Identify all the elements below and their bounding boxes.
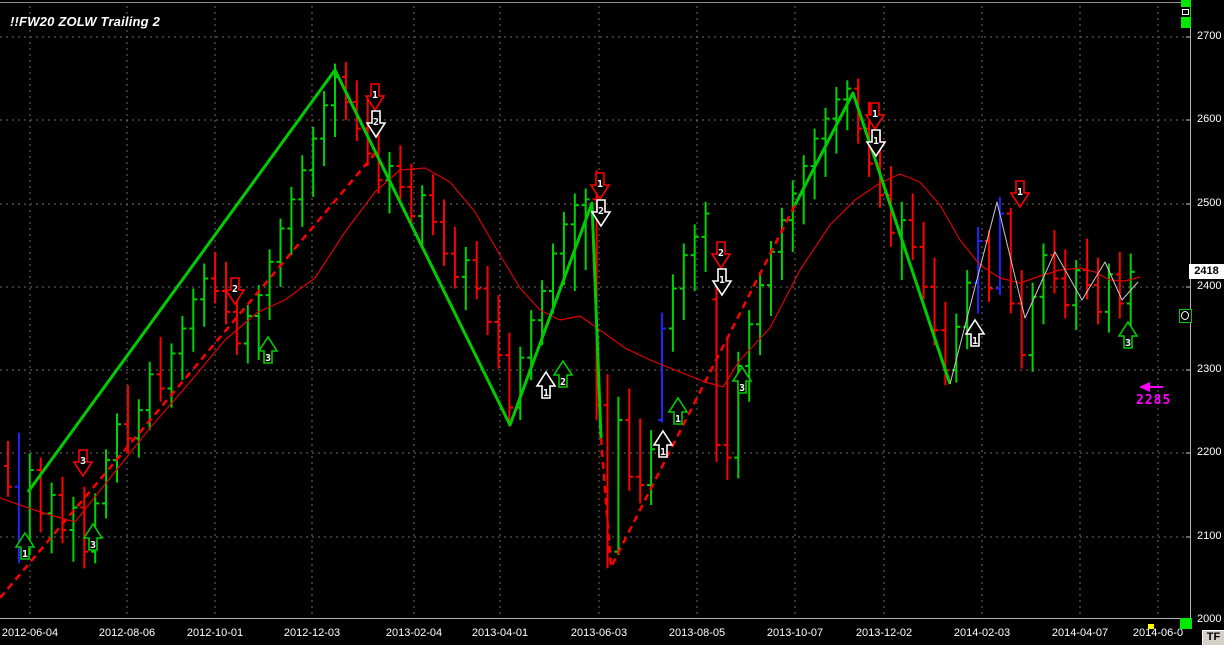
signal-number: 2 xyxy=(598,206,604,217)
price-label: 2000 xyxy=(1197,613,1221,625)
signal-number: 3 xyxy=(80,456,86,467)
signal-arrow-up-3: 3 xyxy=(84,524,102,551)
signal-number: 1 xyxy=(1017,187,1023,198)
signal-arrow-up-1: 1 xyxy=(537,372,555,399)
date-label: 2013-10-07 xyxy=(767,627,823,639)
date-label: 2014-06-0 xyxy=(1133,627,1183,639)
signal-number: 1 xyxy=(22,549,28,560)
signal-number: 1 xyxy=(372,90,378,101)
price-label: 2300 xyxy=(1197,363,1221,375)
signal-arrow-up-2: 2 xyxy=(554,361,572,388)
signal-number: 1 xyxy=(719,275,725,286)
price-label: 2200 xyxy=(1197,446,1221,458)
signal-number: 2 xyxy=(232,284,238,295)
price-label: 2500 xyxy=(1197,197,1221,209)
date-label: 2014-02-03 xyxy=(954,627,1010,639)
date-label: 2013-04-01 xyxy=(472,627,528,639)
date-label: 2012-06-04 xyxy=(2,627,58,639)
price-label: 2100 xyxy=(1197,530,1221,542)
signal-number: 3 xyxy=(265,353,271,364)
signal-number: 1 xyxy=(597,179,603,190)
trailing-stop-dashed-mid xyxy=(601,205,795,567)
signal-arrow-down-1: 1 xyxy=(591,173,609,199)
signal-number: 1 xyxy=(660,447,666,458)
chart-window: !!FW20 ZOLW Trailing 2 32121221111133121… xyxy=(0,0,1224,645)
signal-arrow-down-1: 1 xyxy=(1011,181,1029,207)
date-label: 2014-04-07 xyxy=(1052,627,1108,639)
signal-number: 1 xyxy=(872,109,878,120)
signal-number: 2 xyxy=(560,377,566,388)
timeframe-button[interactable]: TF xyxy=(1202,630,1224,645)
last-bar-marker xyxy=(1148,624,1154,629)
signal-number: 3 xyxy=(1125,338,1131,349)
signal-number: 3 xyxy=(90,540,96,551)
signal-arrow-down-2: 2 xyxy=(712,242,730,268)
signal-arrow-down-2: 2 xyxy=(367,111,385,137)
chart-plot-area[interactable]: 321212211111331211313 xyxy=(0,0,1224,645)
date-label: 2012-08-06 xyxy=(99,627,155,639)
scrollbar-top-thumb[interactable] xyxy=(1181,0,1191,28)
date-label: 2013-12-02 xyxy=(856,627,912,639)
time-axis: 2012-06-04 2012-08-06 2012-10-01 2012-12-03… xyxy=(0,621,1200,645)
date-label: 2013-02-04 xyxy=(386,627,442,639)
signal-number: 1 xyxy=(873,136,879,147)
signal-arrow-up-1: 1 xyxy=(966,320,984,347)
trailing-stop-dashed-left xyxy=(0,150,378,598)
signal-number: 2 xyxy=(373,117,379,128)
signal-arrow-down-2: 2 xyxy=(226,278,244,304)
scrollbar-bottom-thumb[interactable] xyxy=(1180,618,1192,629)
signal-number: 3 xyxy=(739,383,745,394)
trailing-stop-price-tag: 2285 xyxy=(1136,393,1168,408)
signal-arrow-up-3: 3 xyxy=(259,337,277,364)
signal-number: 1 xyxy=(543,388,549,399)
current-price-badge: 2418 xyxy=(1189,264,1224,279)
price-label: 2400 xyxy=(1197,280,1221,292)
price-label: 2700 xyxy=(1197,30,1221,42)
zigzag-trend-green-left xyxy=(28,70,601,492)
price-tag-arrow-head xyxy=(1139,382,1150,392)
date-label: 2012-10-01 xyxy=(187,627,243,639)
signal-arrow-up-3: 3 xyxy=(1119,322,1137,349)
signal-number: 1 xyxy=(972,336,978,347)
date-label: 2012-12-03 xyxy=(284,627,340,639)
date-label: 2013-06-03 xyxy=(571,627,627,639)
indicator-anchor-icon[interactable] xyxy=(1179,309,1192,323)
price-label: 2600 xyxy=(1197,113,1221,125)
signal-number: 2 xyxy=(718,248,724,259)
signal-number: 1 xyxy=(675,414,681,425)
signal-arrow-down-3: 3 xyxy=(74,450,92,476)
date-label: 2013-08-05 xyxy=(669,627,725,639)
chart-title: !!FW20 ZOLW Trailing 2 xyxy=(10,14,160,29)
restore-window-icon[interactable] xyxy=(1181,7,1190,17)
price-axis: 27002600250024002300220021002000 xyxy=(1191,0,1224,620)
